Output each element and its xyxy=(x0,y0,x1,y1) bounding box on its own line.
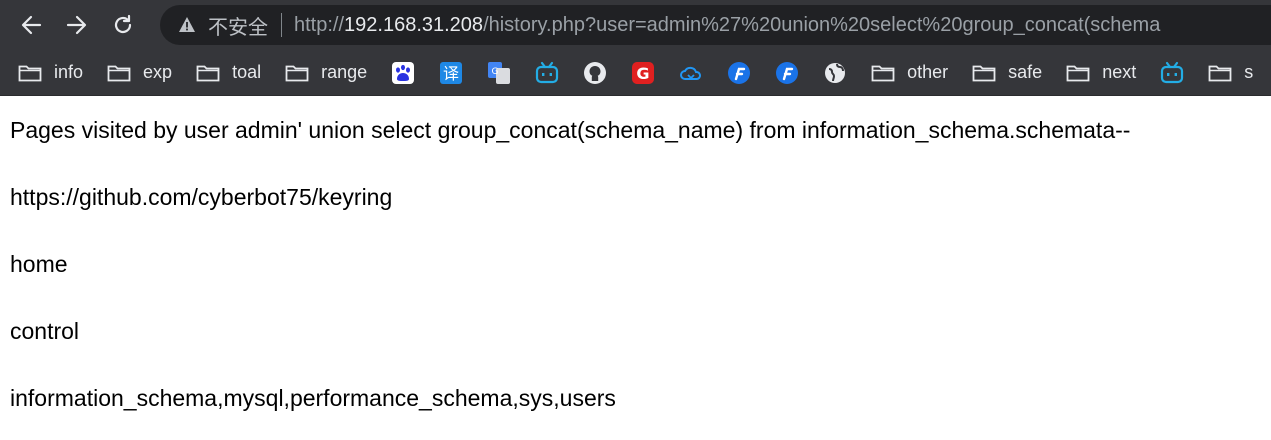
folder-icon xyxy=(18,65,42,81)
url-path: /history.php?user=admin%27%20union%20sel… xyxy=(483,13,1161,36)
bookmark-bilibili-2[interactable] xyxy=(1160,61,1184,85)
svg-text:G: G xyxy=(637,64,650,83)
back-button[interactable] xyxy=(8,0,54,50)
bookmark-folder-next[interactable]: next xyxy=(1066,62,1136,83)
url-host: 192.168.31.208 xyxy=(344,13,484,36)
folder-icon xyxy=(196,65,220,81)
f-blue-icon-2 xyxy=(776,61,799,84)
bookmark-label: next xyxy=(1102,62,1137,82)
bookmarks-bar: info exp toal range 译 G G other safe nex… xyxy=(0,50,1271,96)
bilibili-icon-2 xyxy=(1161,61,1184,83)
bilibili-icon xyxy=(536,61,559,83)
bookmark-folder-exp[interactable]: exp xyxy=(107,62,172,83)
svg-text:G: G xyxy=(492,67,499,77)
bookmark-translate[interactable]: 译 xyxy=(439,61,463,85)
bookmark-label: toal xyxy=(232,62,262,82)
browser-toolbar: 不安全 http://192.168.31.208/history.php?us… xyxy=(0,0,1271,50)
bookmark-baidu[interactable] xyxy=(391,61,415,85)
history-entry: home xyxy=(10,251,68,277)
cloud-icon xyxy=(680,66,702,80)
bookmark-folder-s[interactable]: s xyxy=(1208,62,1253,83)
folder-icon xyxy=(107,65,131,81)
google-translate-icon: G xyxy=(488,61,511,84)
bookmark-label: exp xyxy=(143,62,173,82)
bookmark-cloud[interactable] xyxy=(679,61,703,85)
arrow-right-icon xyxy=(66,15,87,35)
bookmark-folder-toal[interactable]: toal xyxy=(196,62,261,83)
translate-glyph: 译 xyxy=(443,64,459,83)
folder-icon xyxy=(285,65,309,81)
bookmark-f-blue-2[interactable] xyxy=(775,61,799,85)
history-entry: control xyxy=(10,318,80,344)
g-red-icon: G xyxy=(632,61,655,84)
bookmark-label: other xyxy=(907,62,949,82)
bookmark-google-translate[interactable]: G xyxy=(487,61,511,85)
history-entry: information_schema,mysql,performance_sch… xyxy=(10,385,616,411)
bookmark-folder-safe[interactable]: safe xyxy=(972,62,1042,83)
folder-icon xyxy=(871,65,895,81)
bookmark-f-blue[interactable] xyxy=(727,61,751,85)
omnibox-divider xyxy=(281,13,282,37)
bookmark-folder-info[interactable]: info xyxy=(18,62,83,83)
folder-icon xyxy=(1066,65,1090,81)
bookmark-g-red[interactable]: G xyxy=(631,61,655,85)
address-bar[interactable]: 不安全 http://192.168.31.208/history.php?us… xyxy=(160,5,1271,45)
translate-icon: 译 xyxy=(440,61,463,84)
page-heading: Pages visited by user admin' union selec… xyxy=(10,117,1131,143)
url-text[interactable]: http://192.168.31.208/history.php?user=a… xyxy=(294,14,1160,37)
bookmark-label: safe xyxy=(1008,62,1043,82)
bookmark-github[interactable] xyxy=(583,61,607,85)
f-blue-icon xyxy=(728,61,751,84)
history-entry: https://github.com/cyberbot75/keyring xyxy=(10,184,393,210)
globe-icon xyxy=(825,62,846,83)
bookmark-label: info xyxy=(54,62,84,82)
reload-icon xyxy=(114,14,132,34)
bookmark-label: range xyxy=(321,62,368,82)
bookmark-folder-range[interactable]: range xyxy=(285,62,367,83)
bookmark-globe[interactable] xyxy=(823,61,847,85)
github-icon xyxy=(584,61,607,84)
forward-button[interactable] xyxy=(54,0,100,50)
url-scheme: http:// xyxy=(294,13,345,36)
folder-icon xyxy=(972,65,996,81)
bookmark-label: s xyxy=(1244,62,1254,82)
bookmark-folder-other[interactable]: other xyxy=(871,62,948,83)
security-label[interactable]: 不安全 xyxy=(208,11,268,40)
warning-icon xyxy=(179,17,195,32)
baidu-icon xyxy=(392,61,415,84)
folder-icon xyxy=(1208,65,1232,81)
reload-button[interactable] xyxy=(100,0,146,50)
arrow-left-icon xyxy=(21,15,42,35)
bookmark-bilibili[interactable] xyxy=(535,61,559,85)
